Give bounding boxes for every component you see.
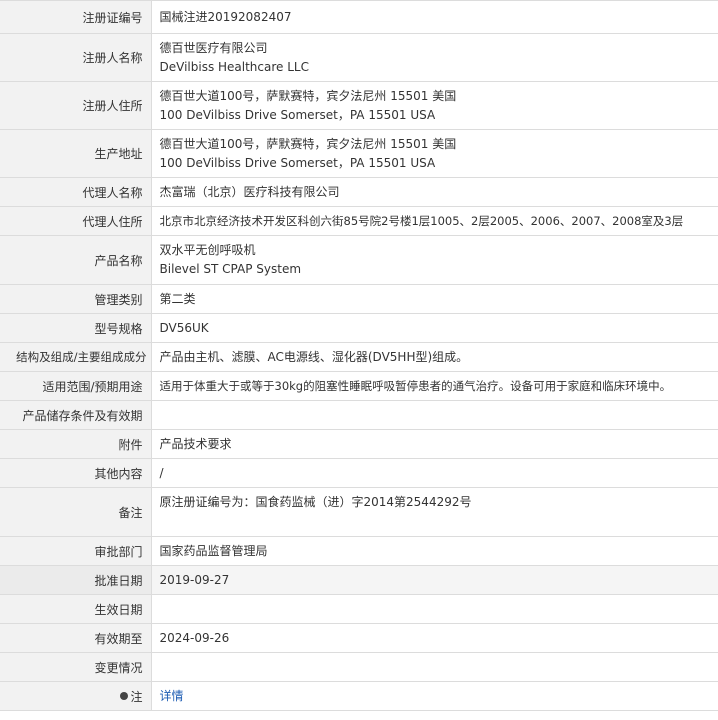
storage-conditions-value	[151, 400, 718, 430]
row-note: 注 详情	[0, 681, 718, 711]
row-label: 产品名称	[0, 235, 152, 285]
note-value: 详情	[151, 681, 718, 711]
row-remarks: 备注 原注册证编号为：国食药监械（进）字2014第2544292号	[0, 487, 718, 537]
composition-value: 产品由主机、滤膜、AC电源线、湿化器(DV5HH型)组成。	[151, 342, 718, 372]
row-composition: 结构及组成/主要组成成分 产品由主机、滤膜、AC电源线、湿化器(DV5HH型)组…	[0, 342, 718, 372]
row-label: 审批部门	[0, 536, 152, 566]
other-content-value: /	[151, 458, 718, 488]
effective-date-value	[151, 594, 718, 624]
row-label: 型号规格	[0, 313, 152, 343]
change-status-value	[151, 652, 718, 682]
product-name-value: 双水平无创呼吸机 Bilevel ST CPAP System	[151, 235, 718, 285]
row-registrant-name: 注册人名称 德百世医疗有限公司 DeVilbiss Healthcare LLC	[0, 33, 718, 82]
row-label: 产品储存条件及有效期	[0, 400, 152, 430]
registrant-name-value: 德百世医疗有限公司 DeVilbiss Healthcare LLC	[151, 33, 718, 82]
row-label: 生产地址	[0, 129, 152, 178]
row-storage-conditions: 产品储存条件及有效期	[0, 400, 718, 430]
row-intended-use: 适用范围/预期用途 适用于体重大于或等于30kg的阻塞性睡眠呼吸暂停患者的通气治…	[0, 371, 718, 401]
row-label: 备注	[0, 487, 152, 537]
expiry-date-value: 2024-09-26	[151, 623, 718, 653]
row-label: 其他内容	[0, 458, 152, 488]
row-approval-department: 审批部门 国家药品监督管理局	[0, 536, 718, 566]
row-label: 注册人名称	[0, 33, 152, 82]
intended-use-value: 适用于体重大于或等于30kg的阻塞性睡眠呼吸暂停患者的通气治疗。设备可用于家庭和…	[151, 371, 718, 401]
row-effective-date: 生效日期	[0, 594, 718, 624]
production-address-value: 德百世大道100号，萨默赛特，宾夕法尼州 15501 美国 100 DeVilbi…	[151, 129, 718, 178]
row-change-status: 变更情况	[0, 652, 718, 682]
row-label: 变更情况	[0, 652, 152, 682]
management-category-value: 第二类	[151, 284, 718, 314]
row-agent-name: 代理人名称 杰富瑞（北京）医疗科技有限公司	[0, 177, 718, 207]
row-label: 结构及组成/主要组成成分	[0, 342, 152, 372]
note-label: 注	[130, 689, 143, 704]
agent-address-value: 北京市北京经济技术开发区科创六街85号院2号楼1层1005、2层2005、200…	[151, 206, 718, 236]
approval-date-value: 2019-09-27	[151, 565, 718, 595]
registration-details-table: 注册证编号 国械注进20192082407 注册人名称 德百世医疗有限公司 DeV…	[0, 0, 718, 711]
remarks-value: 原注册证编号为：国食药监械（进）字2014第2544292号	[151, 487, 718, 537]
row-expiry-date: 有效期至 2024-09-26	[0, 623, 718, 653]
row-attachment: 附件 产品技术要求	[0, 429, 718, 459]
attachment-value: 产品技术要求	[151, 429, 718, 459]
row-label: 注	[0, 681, 152, 711]
row-label: 附件	[0, 429, 152, 459]
bullet-icon	[120, 692, 129, 700]
model-spec-value: DV56UK	[151, 313, 718, 343]
row-label: 代理人名称	[0, 177, 152, 207]
row-agent-address: 代理人住所 北京市北京经济技术开发区科创六街85号院2号楼1层1005、2层20…	[0, 206, 718, 236]
row-approval-date: 批准日期 2019-09-27	[0, 565, 718, 595]
registration-number-value: 国械注进20192082407	[151, 0, 718, 34]
row-registrant-address: 注册人住所 德百世大道100号，萨默赛特，宾夕法尼州 15501 美国 100 D…	[0, 81, 718, 130]
details-link[interactable]: 详情	[160, 689, 184, 703]
registrant-address-value: 德百世大道100号，萨默赛特，宾夕法尼州 15501 美国 100 DeVilbi…	[151, 81, 718, 130]
row-label: 管理类别	[0, 284, 152, 314]
row-label: 注册证编号	[0, 0, 152, 34]
row-label: 注册人住所	[0, 81, 152, 130]
row-label: 代理人住所	[0, 206, 152, 236]
agent-name-value: 杰富瑞（北京）医疗科技有限公司	[151, 177, 718, 207]
row-label: 批准日期	[0, 565, 152, 595]
row-production-address: 生产地址 德百世大道100号，萨默赛特，宾夕法尼州 15501 美国 100 De…	[0, 129, 718, 178]
row-label: 生效日期	[0, 594, 152, 624]
row-product-name: 产品名称 双水平无创呼吸机 Bilevel ST CPAP System	[0, 235, 718, 285]
row-label: 有效期至	[0, 623, 152, 653]
row-management-category: 管理类别 第二类	[0, 284, 718, 314]
approval-department-value: 国家药品监督管理局	[151, 536, 718, 566]
row-label: 适用范围/预期用途	[0, 371, 152, 401]
row-other-content: 其他内容 /	[0, 458, 718, 488]
row-registration-number: 注册证编号 国械注进20192082407	[0, 0, 718, 34]
row-model-spec: 型号规格 DV56UK	[0, 313, 718, 343]
